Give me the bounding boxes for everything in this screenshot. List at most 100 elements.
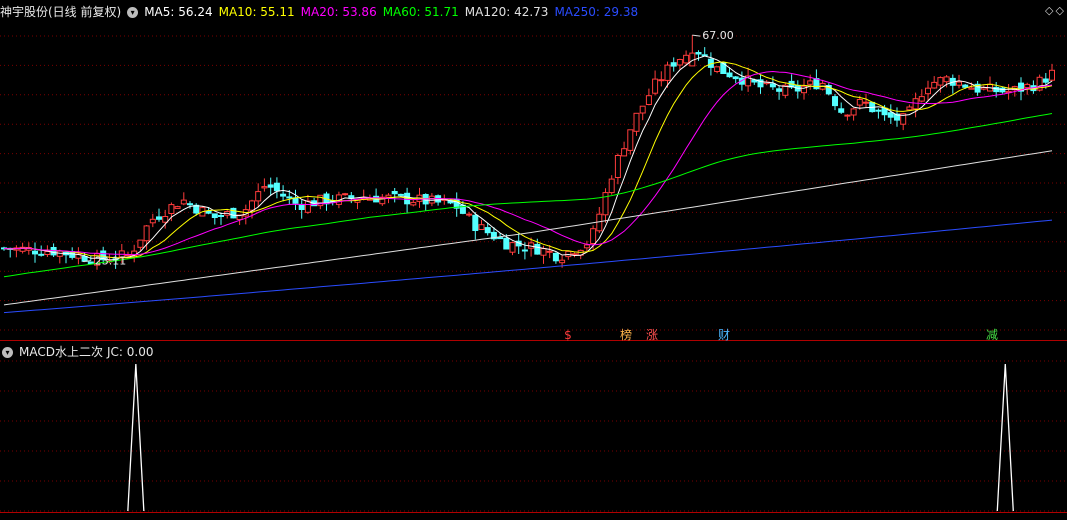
candle-body xyxy=(652,78,659,94)
circle-down-icon[interactable]: ▾ xyxy=(2,347,13,358)
candle xyxy=(292,189,299,210)
candle xyxy=(701,47,708,57)
candle-body xyxy=(875,109,882,112)
candle-body xyxy=(540,248,547,256)
candle-body xyxy=(552,252,559,262)
candle xyxy=(255,183,262,208)
candle-body xyxy=(280,193,287,197)
candle-body xyxy=(503,237,510,250)
candle xyxy=(832,94,838,111)
candle-body xyxy=(676,59,683,66)
candle xyxy=(168,202,175,222)
candle xyxy=(838,102,845,114)
candle-body xyxy=(205,210,212,214)
candle-body xyxy=(1042,78,1049,83)
candle-body xyxy=(168,204,175,215)
ma-legend-item: MA60: 51.71 xyxy=(382,5,459,19)
candle-body xyxy=(838,108,845,113)
candle-body xyxy=(32,250,38,255)
candle-body xyxy=(509,242,516,253)
candle-body xyxy=(726,72,733,78)
candle xyxy=(894,107,900,127)
candle xyxy=(472,212,479,240)
ma5-line xyxy=(3,55,1053,261)
candle xyxy=(714,66,721,74)
candle-body xyxy=(621,148,628,157)
circle-down-icon[interactable]: ▾ xyxy=(127,7,139,18)
candle xyxy=(174,205,181,209)
candle xyxy=(404,187,411,213)
ma250-line xyxy=(3,219,1053,314)
candle xyxy=(639,105,646,121)
candle-body xyxy=(342,193,349,196)
candle-body xyxy=(633,112,640,132)
candle-body xyxy=(428,195,435,204)
candle xyxy=(75,247,82,265)
candle-body xyxy=(943,76,950,83)
candle-body xyxy=(44,251,51,255)
candle-body xyxy=(81,256,88,262)
candle-body xyxy=(497,237,504,240)
main-header: 神宇股份(日线 前复权) ▾ MA5: 56.24 MA10: 55.11 MA20: … xyxy=(0,3,650,21)
candle xyxy=(428,193,435,207)
candle-body xyxy=(397,193,404,196)
candle xyxy=(621,141,628,157)
candle-body xyxy=(912,98,919,110)
ma-legend-item: MA250: 29.38 xyxy=(554,5,639,19)
candle xyxy=(1036,74,1043,92)
ma-legend-item: MA20: 53.86 xyxy=(300,5,377,19)
chart-svg[interactable]: 67.00 23.11 $ 榜涨 财 减 xyxy=(0,0,1067,516)
candle xyxy=(466,211,473,217)
candle-body xyxy=(590,228,597,244)
candle-body xyxy=(261,186,268,189)
candle xyxy=(633,112,640,136)
event-marker[interactable]: $ xyxy=(564,328,572,342)
indicator-jc-value: JC: 0.00 xyxy=(106,345,154,359)
candle-body xyxy=(156,216,162,220)
diamond-icon[interactable]: ◇◇ xyxy=(1045,5,1064,16)
event-marker[interactable]: 财 xyxy=(718,328,730,342)
event-marker[interactable]: 减 xyxy=(986,328,998,342)
candle xyxy=(509,241,516,256)
candle xyxy=(211,213,218,225)
event-marker[interactable]: 涨 xyxy=(646,327,658,342)
candle xyxy=(552,252,559,264)
candle-body xyxy=(180,199,187,205)
candle-body xyxy=(230,207,237,219)
candle-body xyxy=(968,87,975,90)
candle-body xyxy=(695,52,702,55)
candle-body xyxy=(218,215,224,217)
candle xyxy=(794,80,801,99)
candle-body xyxy=(887,112,894,118)
candle-body xyxy=(273,182,280,192)
candle xyxy=(131,244,138,263)
signal-spike xyxy=(996,363,1014,512)
candle-body xyxy=(187,203,193,206)
ma-legend-item: MA5: 56.24 xyxy=(144,5,213,19)
ma120-line xyxy=(3,150,1053,306)
candle-body xyxy=(608,178,615,194)
candle xyxy=(652,70,659,96)
candle xyxy=(261,178,268,192)
chart-stage[interactable]: 67.00 23.11 $ 榜涨财减 神宇股份(日线 前复权) ▾ MA5: 56.24 M… xyxy=(0,0,1067,516)
candle xyxy=(1049,63,1055,82)
candle-body xyxy=(304,200,311,213)
candle xyxy=(379,194,386,206)
candle-body xyxy=(472,214,479,232)
candle xyxy=(87,255,94,265)
candle xyxy=(757,74,764,94)
event-marker[interactable]: 榜 xyxy=(620,327,632,342)
low-price-label: 23.11 xyxy=(95,255,127,268)
candle xyxy=(825,83,832,96)
candle-body xyxy=(614,155,621,178)
candle-body xyxy=(298,203,305,210)
candle-body xyxy=(466,213,473,216)
candle-body xyxy=(639,105,646,114)
candle-body xyxy=(559,259,566,264)
candle-body xyxy=(267,184,274,188)
candle-body xyxy=(732,76,739,80)
candle xyxy=(670,57,677,72)
candle-body xyxy=(571,253,578,256)
candle-body xyxy=(962,84,969,88)
candle-body xyxy=(391,191,398,195)
